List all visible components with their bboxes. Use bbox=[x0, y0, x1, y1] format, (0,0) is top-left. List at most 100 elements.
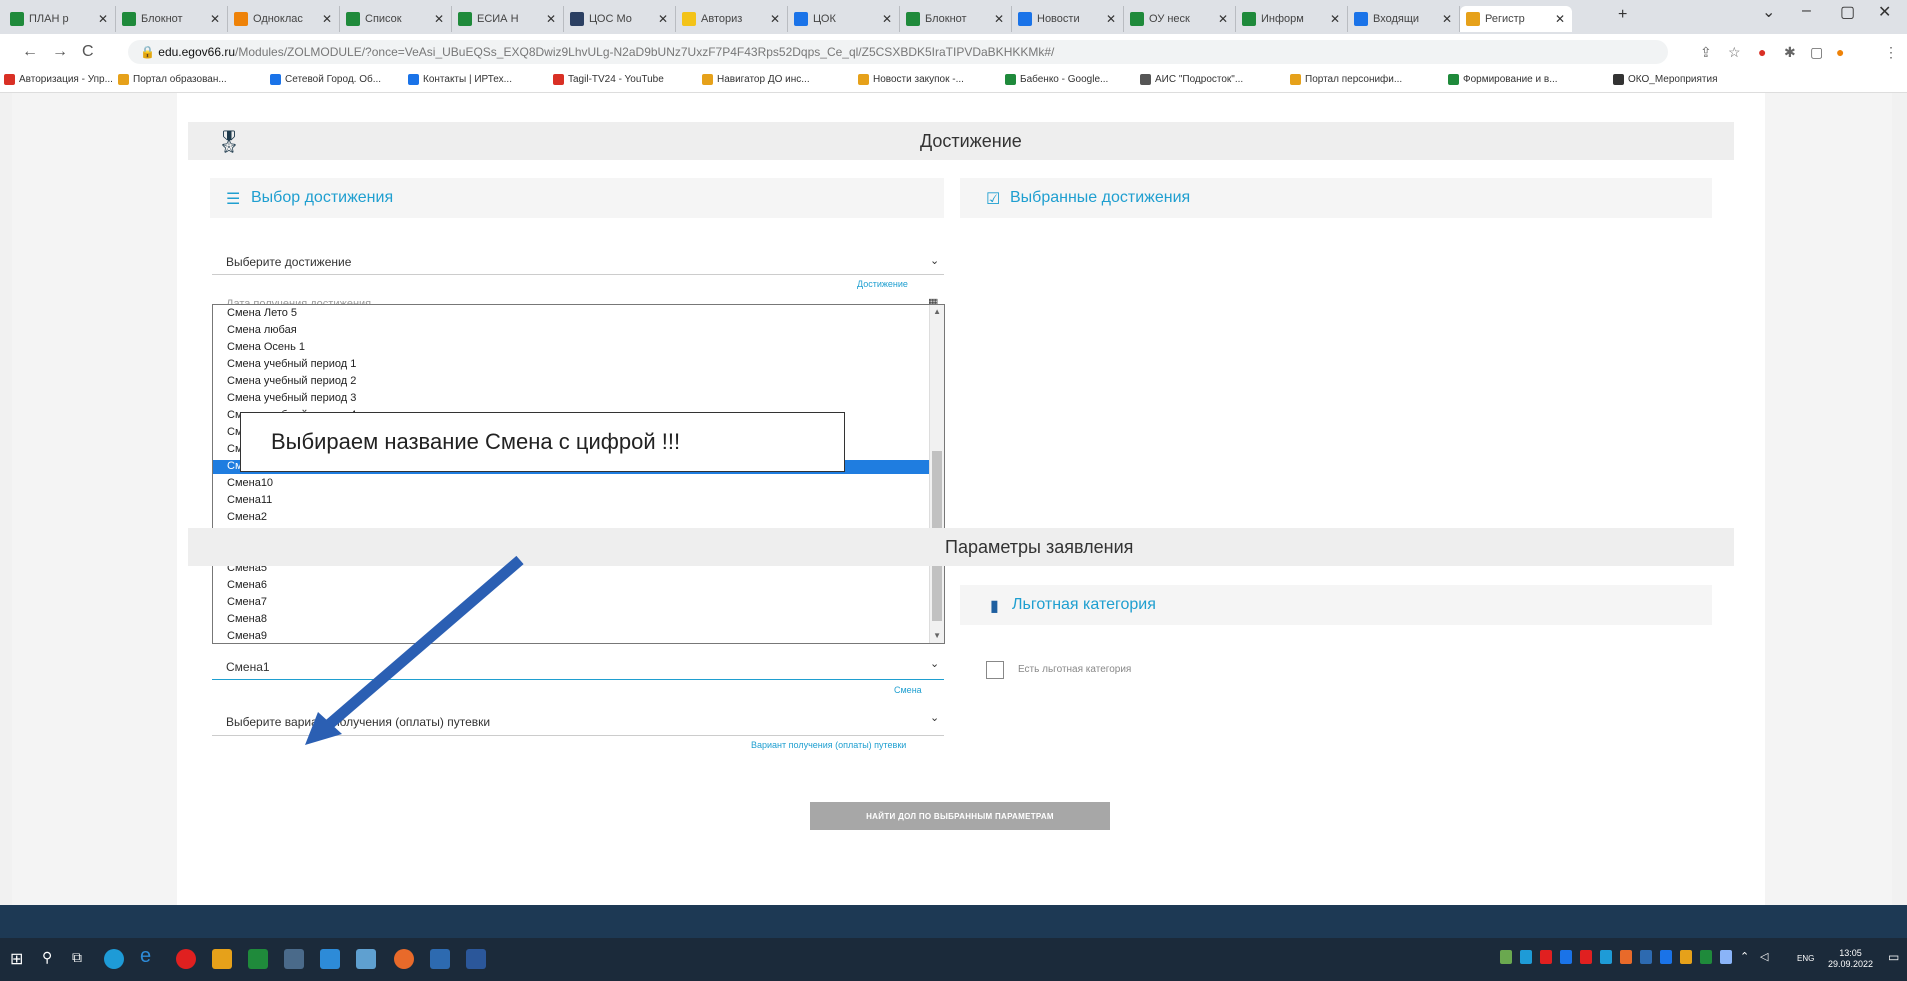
tab-close-icon[interactable]: ✕ bbox=[322, 12, 332, 26]
maximize-button[interactable]: ▢ bbox=[1840, 2, 1855, 22]
browser-tab[interactable]: ЦОС Мо ✕ bbox=[564, 6, 676, 32]
tray-app-icon[interactable] bbox=[1500, 950, 1512, 964]
reload-button[interactable]: C bbox=[82, 43, 94, 61]
bookmark-item[interactable]: Портал персонифи... bbox=[1290, 74, 1402, 85]
extension-icon[interactable]: ● bbox=[1758, 44, 1766, 60]
mail-icon[interactable] bbox=[320, 949, 340, 969]
tab-close-icon[interactable]: ✕ bbox=[546, 12, 556, 26]
dropdown-option[interactable]: Смена учебный период 1 bbox=[227, 358, 356, 370]
bookmark-item[interactable]: Контакты | ИРТех... bbox=[408, 74, 512, 85]
tray-app-icon[interactable] bbox=[1720, 950, 1732, 964]
edge-icon[interactable]: e bbox=[140, 945, 160, 967]
tab-close-icon[interactable]: ✕ bbox=[1218, 12, 1228, 26]
browser-tab[interactable]: Информ ✕ bbox=[1236, 6, 1348, 32]
dropdown-option[interactable]: Смена Осень 1 bbox=[227, 341, 305, 353]
tab-close-icon[interactable]: ✕ bbox=[434, 12, 444, 26]
bookmark-item[interactable]: АИС "Подросток"... bbox=[1140, 74, 1243, 85]
dropdown-option[interactable]: Смена7 bbox=[227, 596, 267, 608]
tray-app-icon[interactable] bbox=[1620, 950, 1632, 964]
browser-tab[interactable]: ОУ неск ✕ bbox=[1124, 6, 1236, 32]
lgot-checkbox-label[interactable]: Есть льготная категория bbox=[1018, 664, 1131, 675]
dropdown-option[interactable]: Смена Лето 5 bbox=[227, 307, 297, 319]
bookmark-item[interactable]: ОКО_Мероприятия bbox=[1613, 74, 1718, 85]
explorer-icon[interactable] bbox=[212, 949, 232, 969]
tray-app-icon[interactable] bbox=[1700, 950, 1712, 964]
notification-icon[interactable]: ▭ bbox=[1888, 950, 1900, 964]
bookmark-item[interactable]: Новости закупок -... bbox=[858, 74, 964, 85]
url-input[interactable]: 🔒 edu.egov66.ru/Modules/ZOLMODULE/?once=… bbox=[128, 40, 1668, 64]
tray-app-icon[interactable] bbox=[1560, 950, 1572, 964]
tab-close-icon[interactable]: ✕ bbox=[210, 12, 220, 26]
bookmark-star-icon[interactable]: ☆ bbox=[1728, 44, 1741, 61]
dropdown-option[interactable]: Смена2 bbox=[227, 511, 267, 523]
browser-tab[interactable]: Блокнот ✕ bbox=[116, 6, 228, 32]
browser-tab[interactable]: Входящи ✕ bbox=[1348, 6, 1460, 32]
achievement-dropdown-list[interactable]: Смена Лето 5 Смена любая Смена Осень 1 Смен… bbox=[212, 304, 945, 644]
chevron-down-icon[interactable]: ⌄ bbox=[930, 254, 939, 267]
browser-tab[interactable]: ПЛАН р ✕ bbox=[4, 6, 116, 32]
chevron-down-icon[interactable]: ⌄ bbox=[930, 657, 939, 670]
bookmark-item[interactable]: Бабенко - Google... bbox=[1005, 74, 1108, 85]
tray-app-icon[interactable] bbox=[1540, 950, 1552, 964]
search-button[interactable]: НАЙТИ ДОЛ ПО ВЫБРАННЫМ ПАРАМЕТРАМ bbox=[810, 802, 1110, 830]
bookmark-item[interactable]: Авторизация - Упр... bbox=[4, 74, 113, 85]
tab-close-icon[interactable]: ✕ bbox=[1330, 12, 1340, 26]
tray-app-icon[interactable] bbox=[1520, 950, 1532, 964]
menu-kebab-icon[interactable]: ⋮ bbox=[1884, 44, 1898, 61]
tab-close-icon[interactable]: ✕ bbox=[1442, 12, 1452, 26]
dropdown-option[interactable]: Смена учебный период 3 bbox=[227, 392, 356, 404]
clock[interactable]: 13:05 29.09.2022 bbox=[1828, 948, 1873, 970]
share-icon[interactable]: ⇪ bbox=[1700, 44, 1712, 61]
lgot-checkbox[interactable] bbox=[986, 661, 1004, 679]
bookmark-item[interactable]: Навигатор ДО инс... bbox=[702, 74, 810, 85]
dropdown-scrollbar[interactable]: ▲ ▼ bbox=[929, 305, 944, 643]
browser-tab[interactable]: Регистр ✕ bbox=[1460, 6, 1572, 32]
dropdown-option[interactable]: Смена11 bbox=[227, 494, 272, 506]
pictures-icon[interactable] bbox=[356, 949, 376, 969]
volume-icon[interactable]: ◁ bbox=[1760, 950, 1772, 964]
dropdown-option[interactable]: Смена8 bbox=[227, 613, 267, 625]
profile-avatar-icon[interactable]: ● bbox=[1836, 44, 1844, 60]
tab-close-icon[interactable]: ✕ bbox=[1106, 12, 1116, 26]
tray-app-icon[interactable] bbox=[1660, 950, 1672, 964]
tab-close-icon[interactable]: ✕ bbox=[98, 12, 108, 26]
dropdown-option[interactable]: Смена9 bbox=[227, 630, 267, 642]
scroll-down-icon[interactable]: ▼ bbox=[933, 631, 941, 640]
dropdown-option[interactable]: Смена любая bbox=[227, 324, 297, 336]
browser-tab[interactable]: Одноклас ✕ bbox=[228, 6, 340, 32]
achievement-select[interactable]: Выберите достижение bbox=[226, 255, 351, 269]
browser-tab[interactable]: Блокнот ✕ bbox=[900, 6, 1012, 32]
store-icon[interactable] bbox=[430, 949, 450, 969]
language-indicator[interactable]: ENG bbox=[1797, 954, 1814, 963]
tab-close-icon[interactable]: ✕ bbox=[994, 12, 1004, 26]
sidebar-icon[interactable]: ▢ bbox=[1810, 44, 1823, 61]
browser-tab[interactable]: ЕСИА Н ✕ bbox=[452, 6, 564, 32]
skype-icon[interactable] bbox=[104, 949, 124, 969]
back-button[interactable]: ← bbox=[22, 43, 38, 61]
browser-tab[interactable]: Авториз ✕ bbox=[676, 6, 788, 32]
windows-start-icon[interactable]: ⊞ bbox=[10, 949, 30, 969]
excel-icon[interactable] bbox=[248, 949, 268, 969]
network-icon[interactable]: ⌃ bbox=[1740, 950, 1752, 964]
tab-close-icon[interactable]: ✕ bbox=[1555, 12, 1565, 26]
new-tab-button[interactable]: + bbox=[1618, 6, 1627, 24]
tab-close-icon[interactable]: ✕ bbox=[770, 12, 780, 26]
tray-app-icon[interactable] bbox=[1640, 950, 1652, 964]
bookmark-item[interactable]: Формирование и в... bbox=[1448, 74, 1558, 85]
tab-search-icon[interactable]: ⌄ bbox=[1762, 2, 1775, 22]
smena-select[interactable]: Смена1 bbox=[226, 660, 270, 674]
close-window-button[interactable]: ✕ bbox=[1878, 2, 1891, 22]
tray-app-icon[interactable] bbox=[1680, 950, 1692, 964]
tray-app-icon[interactable] bbox=[1580, 950, 1592, 964]
word-icon[interactable] bbox=[466, 949, 486, 969]
chrome-icon[interactable] bbox=[394, 949, 414, 969]
bookmark-item[interactable]: Портал образован... bbox=[118, 74, 227, 85]
payment-select[interactable]: Выберите вариант получения (оплаты) путе… bbox=[226, 715, 490, 729]
browser-tab[interactable]: ЦОК ✕ bbox=[788, 6, 900, 32]
minimize-button[interactable]: – bbox=[1802, 2, 1811, 20]
tray-app-icon[interactable] bbox=[1600, 950, 1612, 964]
tab-close-icon[interactable]: ✕ bbox=[658, 12, 668, 26]
opera-icon[interactable] bbox=[176, 949, 196, 969]
browser-tab[interactable]: Новости ✕ bbox=[1012, 6, 1124, 32]
forward-button[interactable]: → bbox=[52, 43, 68, 61]
